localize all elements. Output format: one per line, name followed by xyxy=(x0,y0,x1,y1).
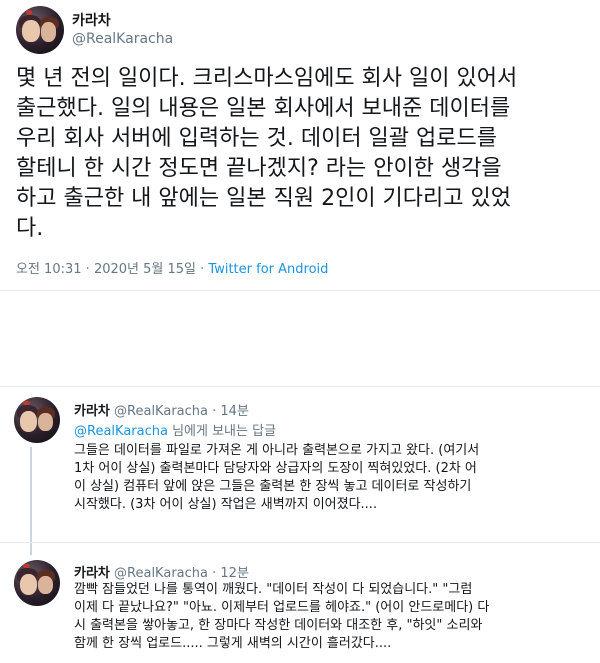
replying-to-label: 님에게 보내는 답글 xyxy=(167,424,277,439)
meta-separator: · xyxy=(212,566,217,581)
display-name[interactable]: 카라차 xyxy=(74,404,110,419)
divider xyxy=(0,386,600,387)
reply-header: 카라차 @RealKaracha · 12분 xyxy=(74,562,249,581)
replying-to: @RealKaracha 님에게 보내는 답글 xyxy=(74,420,276,439)
avatar[interactable] xyxy=(14,397,60,443)
display-name[interactable]: 카라차 xyxy=(74,566,110,581)
meta-separator: · xyxy=(212,404,217,419)
thread-line xyxy=(30,447,32,555)
avatar[interactable] xyxy=(14,560,60,606)
user-handle[interactable]: @RealKaracha xyxy=(114,404,208,419)
tweet-meta: 오전 10:31 · 2020년 5월 15일 · Twitter for An… xyxy=(16,258,328,277)
tweet-time[interactable]: 오전 10:31 xyxy=(16,262,82,277)
divider xyxy=(0,542,600,543)
reply-text: 깜빡 잠들었던 나를 통역이 깨웠다. "데이터 작성이 다 되었습니다." "… xyxy=(74,582,490,651)
tweet-age[interactable]: 14분 xyxy=(220,404,249,419)
divider xyxy=(0,290,600,291)
display-name[interactable]: 카라차 xyxy=(72,10,111,30)
tweet-source-link[interactable]: Twitter for Android xyxy=(208,262,328,277)
meta-separator: · xyxy=(85,262,90,277)
tweet-text: 몇 년 전의 일이다. 크리스마스임에도 회사 일이 있어서 출근했다. 일의 … xyxy=(16,66,518,241)
mention-link[interactable]: @RealKaracha xyxy=(74,424,168,439)
avatar[interactable] xyxy=(16,6,64,54)
tweet-date[interactable]: 2020년 5월 15일 xyxy=(94,262,196,277)
reply-text: 그들은 데이터를 파일로 가져온 게 아니라 출력본으로 가지고 왔다. (여기… xyxy=(74,443,480,512)
tweet-age[interactable]: 12분 xyxy=(220,566,249,581)
meta-separator: · xyxy=(200,262,205,277)
user-handle[interactable]: @RealKaracha xyxy=(114,566,208,581)
user-handle[interactable]: @RealKaracha xyxy=(72,31,173,47)
reply-header: 카라차 @RealKaracha · 14분 xyxy=(74,400,249,419)
